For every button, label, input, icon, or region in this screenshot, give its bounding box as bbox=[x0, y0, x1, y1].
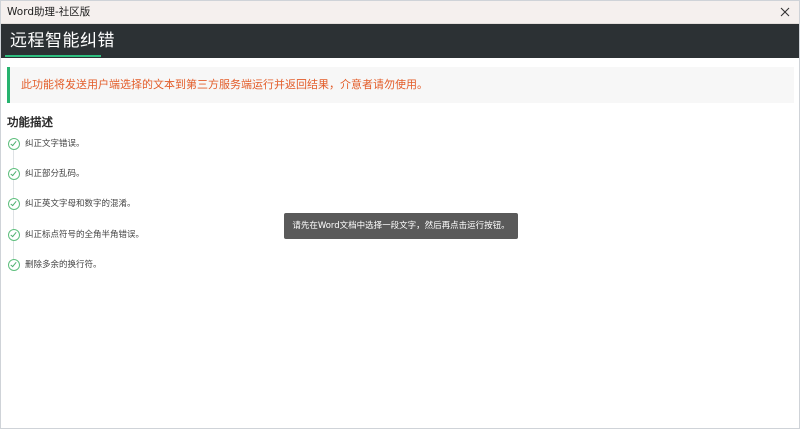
check-circle-icon bbox=[8, 198, 20, 210]
feature-label: 纠正标点符号的全角半角错误。 bbox=[25, 230, 145, 240]
notice-text: 此功能将发送用户端选择的文本到第三方服务端运行并返回结果，介意者请勿使用。 bbox=[21, 78, 428, 91]
window-title: Word助理-社区版 bbox=[7, 6, 91, 18]
app-window: Word助理-社区版 远程智能纠错 此功能将发送用户端选择的文本到第三方服务端运… bbox=[0, 0, 800, 429]
feature-label: 纠正英文字母和数字的混淆。 bbox=[25, 199, 136, 209]
title-underline bbox=[5, 55, 101, 57]
features-title: 功能描述 bbox=[7, 115, 53, 129]
feature-item: 删除多余的换行符。 bbox=[1, 256, 301, 276]
feature-label: 删除多余的换行符。 bbox=[25, 260, 102, 270]
privacy-notice: 此功能将发送用户端选择的文本到第三方服务端运行并返回结果，介意者请勿使用。 bbox=[7, 67, 794, 103]
check-circle-icon bbox=[8, 138, 20, 150]
check-circle-icon bbox=[8, 259, 20, 271]
title-bar: Word助理-社区版 bbox=[1, 1, 799, 24]
feature-item: 纠正文字错误。 bbox=[1, 135, 301, 155]
close-icon[interactable] bbox=[776, 3, 794, 21]
page-header: 远程智能纠错 bbox=[1, 24, 799, 58]
toast-message: 请先在Word文档中选择一段文字，然后再点击运行按钮。 bbox=[284, 213, 518, 239]
toast-text: 请先在Word文档中选择一段文字，然后再点击运行按钮。 bbox=[292, 221, 510, 231]
feature-item: 纠正标点符号的全角半角错误。 bbox=[1, 226, 301, 246]
feature-item: 纠正英文字母和数字的混淆。 bbox=[1, 195, 301, 215]
check-circle-icon bbox=[8, 168, 20, 180]
feature-label: 纠正文字错误。 bbox=[25, 139, 85, 149]
feature-item: 纠正部分乱码。 bbox=[1, 165, 301, 185]
feature-label: 纠正部分乱码。 bbox=[25, 169, 85, 179]
check-circle-icon bbox=[8, 229, 20, 241]
page-title: 远程智能纠错 bbox=[10, 31, 115, 51]
